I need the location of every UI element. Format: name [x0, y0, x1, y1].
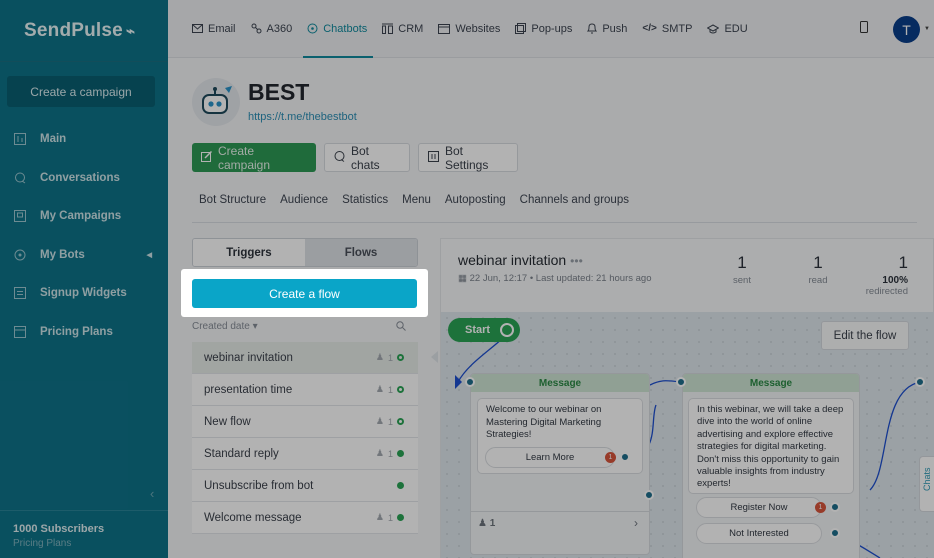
divider — [470, 511, 650, 512]
start-node[interactable]: Start — [448, 318, 520, 342]
start-port[interactable] — [500, 323, 514, 337]
output-port[interactable] — [620, 452, 630, 462]
output-port[interactable] — [830, 502, 840, 512]
learn-more-button[interactable]: Learn More — [485, 447, 615, 468]
click-count-badge: 1 — [605, 452, 616, 463]
chevron-right-icon[interactable]: › — [634, 516, 638, 530]
output-port[interactable] — [644, 490, 654, 500]
register-now-button[interactable]: Register Now — [696, 497, 822, 518]
message-header: Message — [471, 374, 649, 392]
input-port[interactable] — [465, 377, 475, 387]
not-interested-button[interactable]: Not Interested — [696, 523, 822, 544]
create-flow-button[interactable]: Create a flow — [192, 279, 417, 308]
message-text-bubble: In this webinar, we will take a deep div… — [688, 398, 854, 494]
message-subscribers: ♟ 1 — [478, 518, 496, 529]
user-icon: ♟ — [478, 518, 487, 529]
edit-flow-button[interactable]: Edit the flow — [821, 321, 909, 350]
message-header: Message — [683, 374, 859, 392]
output-port[interactable] — [830, 528, 840, 538]
input-port[interactable] — [915, 377, 925, 387]
chats-side-tab[interactable]: Chats — [919, 456, 934, 512]
click-count-badge: 1 — [815, 502, 826, 513]
input-port[interactable] — [676, 377, 686, 387]
